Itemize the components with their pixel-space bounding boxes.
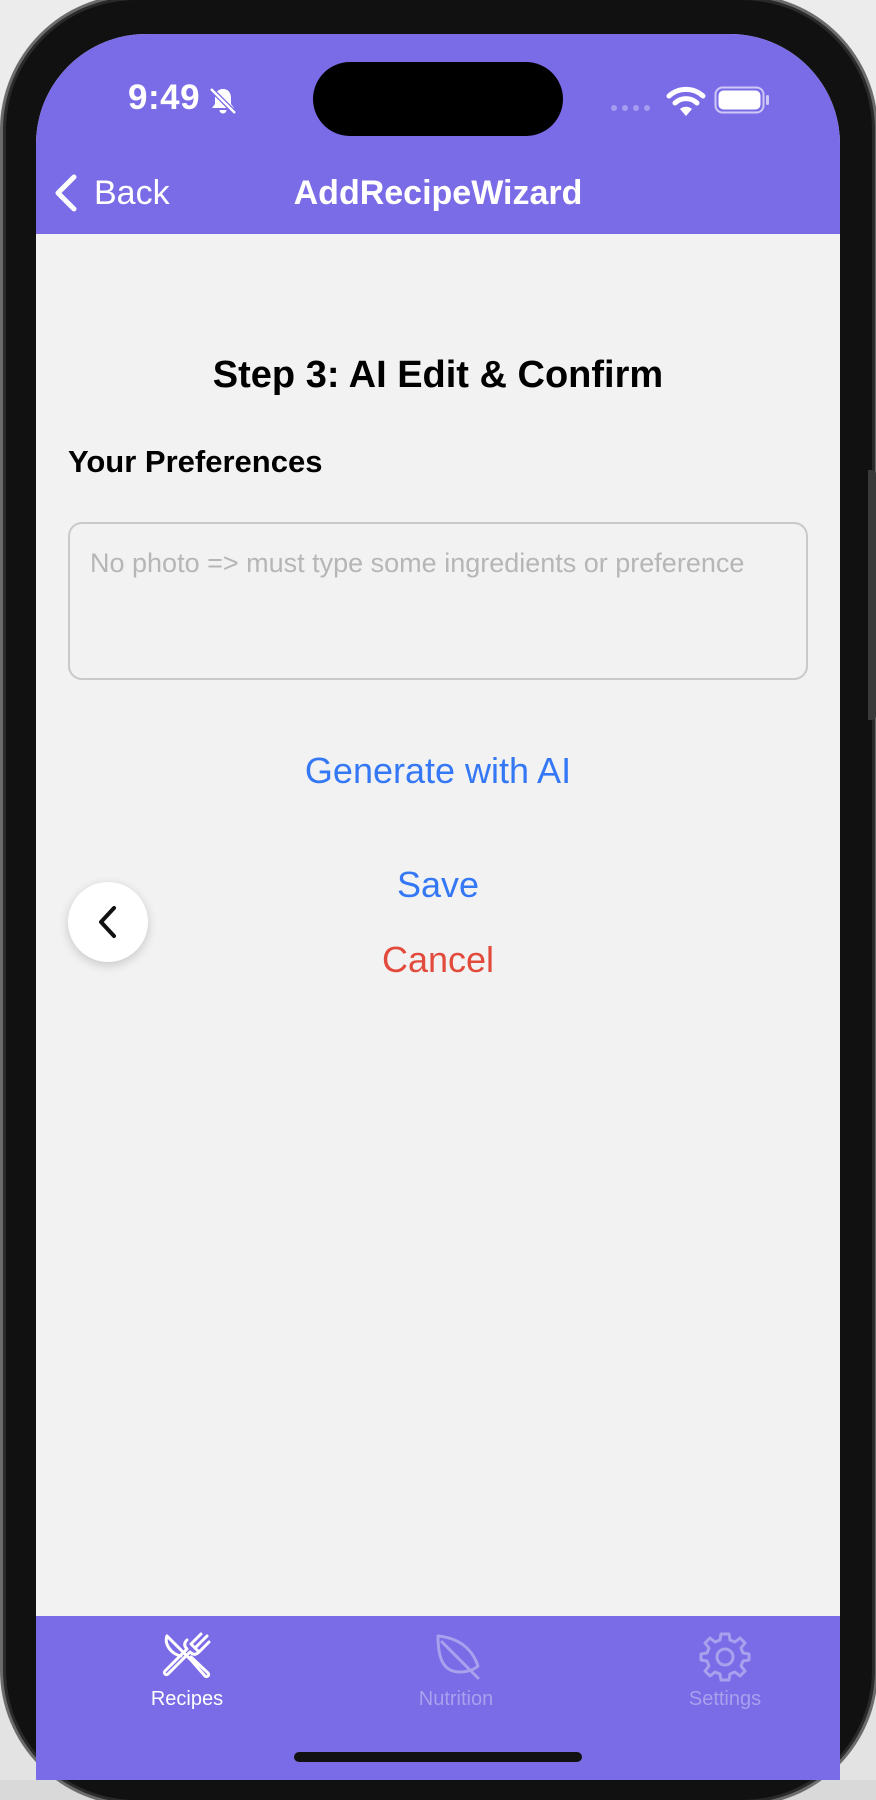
chevron-left-icon [99,906,116,938]
gear-icon [699,1632,751,1682]
leaf-icon [436,1634,480,1680]
header: 9:49 Back AddRecipeWizard [36,34,840,234]
app-screen: 9:49 Back AddRecipeWizard Step 3: AI Edi… [36,34,840,1780]
fork-knife-icon [162,1632,211,1679]
tab-label: Settings [688,1688,762,1710]
tab-recipes[interactable]: Recipes [87,1630,287,1711]
chevron-left-icon [55,174,77,212]
preferences-input[interactable] [68,522,808,680]
wifi-icon [666,86,706,116]
previous-step-button[interactable] [68,882,148,962]
tab-settings[interactable]: Settings [625,1630,825,1711]
status-time: 9:49 [128,78,201,117]
bell-slash-icon [209,87,237,115]
side-button [868,470,876,720]
home-indicator[interactable] [294,1752,582,1762]
tab-label: Recipes [150,1688,224,1710]
back-label: Back [94,173,170,212]
tab-label: Nutrition [418,1688,494,1710]
tab-nutrition[interactable]: Nutrition [356,1630,556,1711]
generate-with-ai-button[interactable]: Generate with AI [36,750,840,792]
step-title: Step 3: AI Edit & Confirm [212,354,664,396]
save-button[interactable]: Save [36,864,840,906]
dynamic-island [313,62,563,136]
battery-icon [714,86,769,114]
cellular-signal-icon [611,105,650,111]
cancel-button[interactable]: Cancel [36,939,840,981]
preferences-label: Your Preferences [68,444,323,479]
back-button[interactable]: Back [50,168,170,218]
